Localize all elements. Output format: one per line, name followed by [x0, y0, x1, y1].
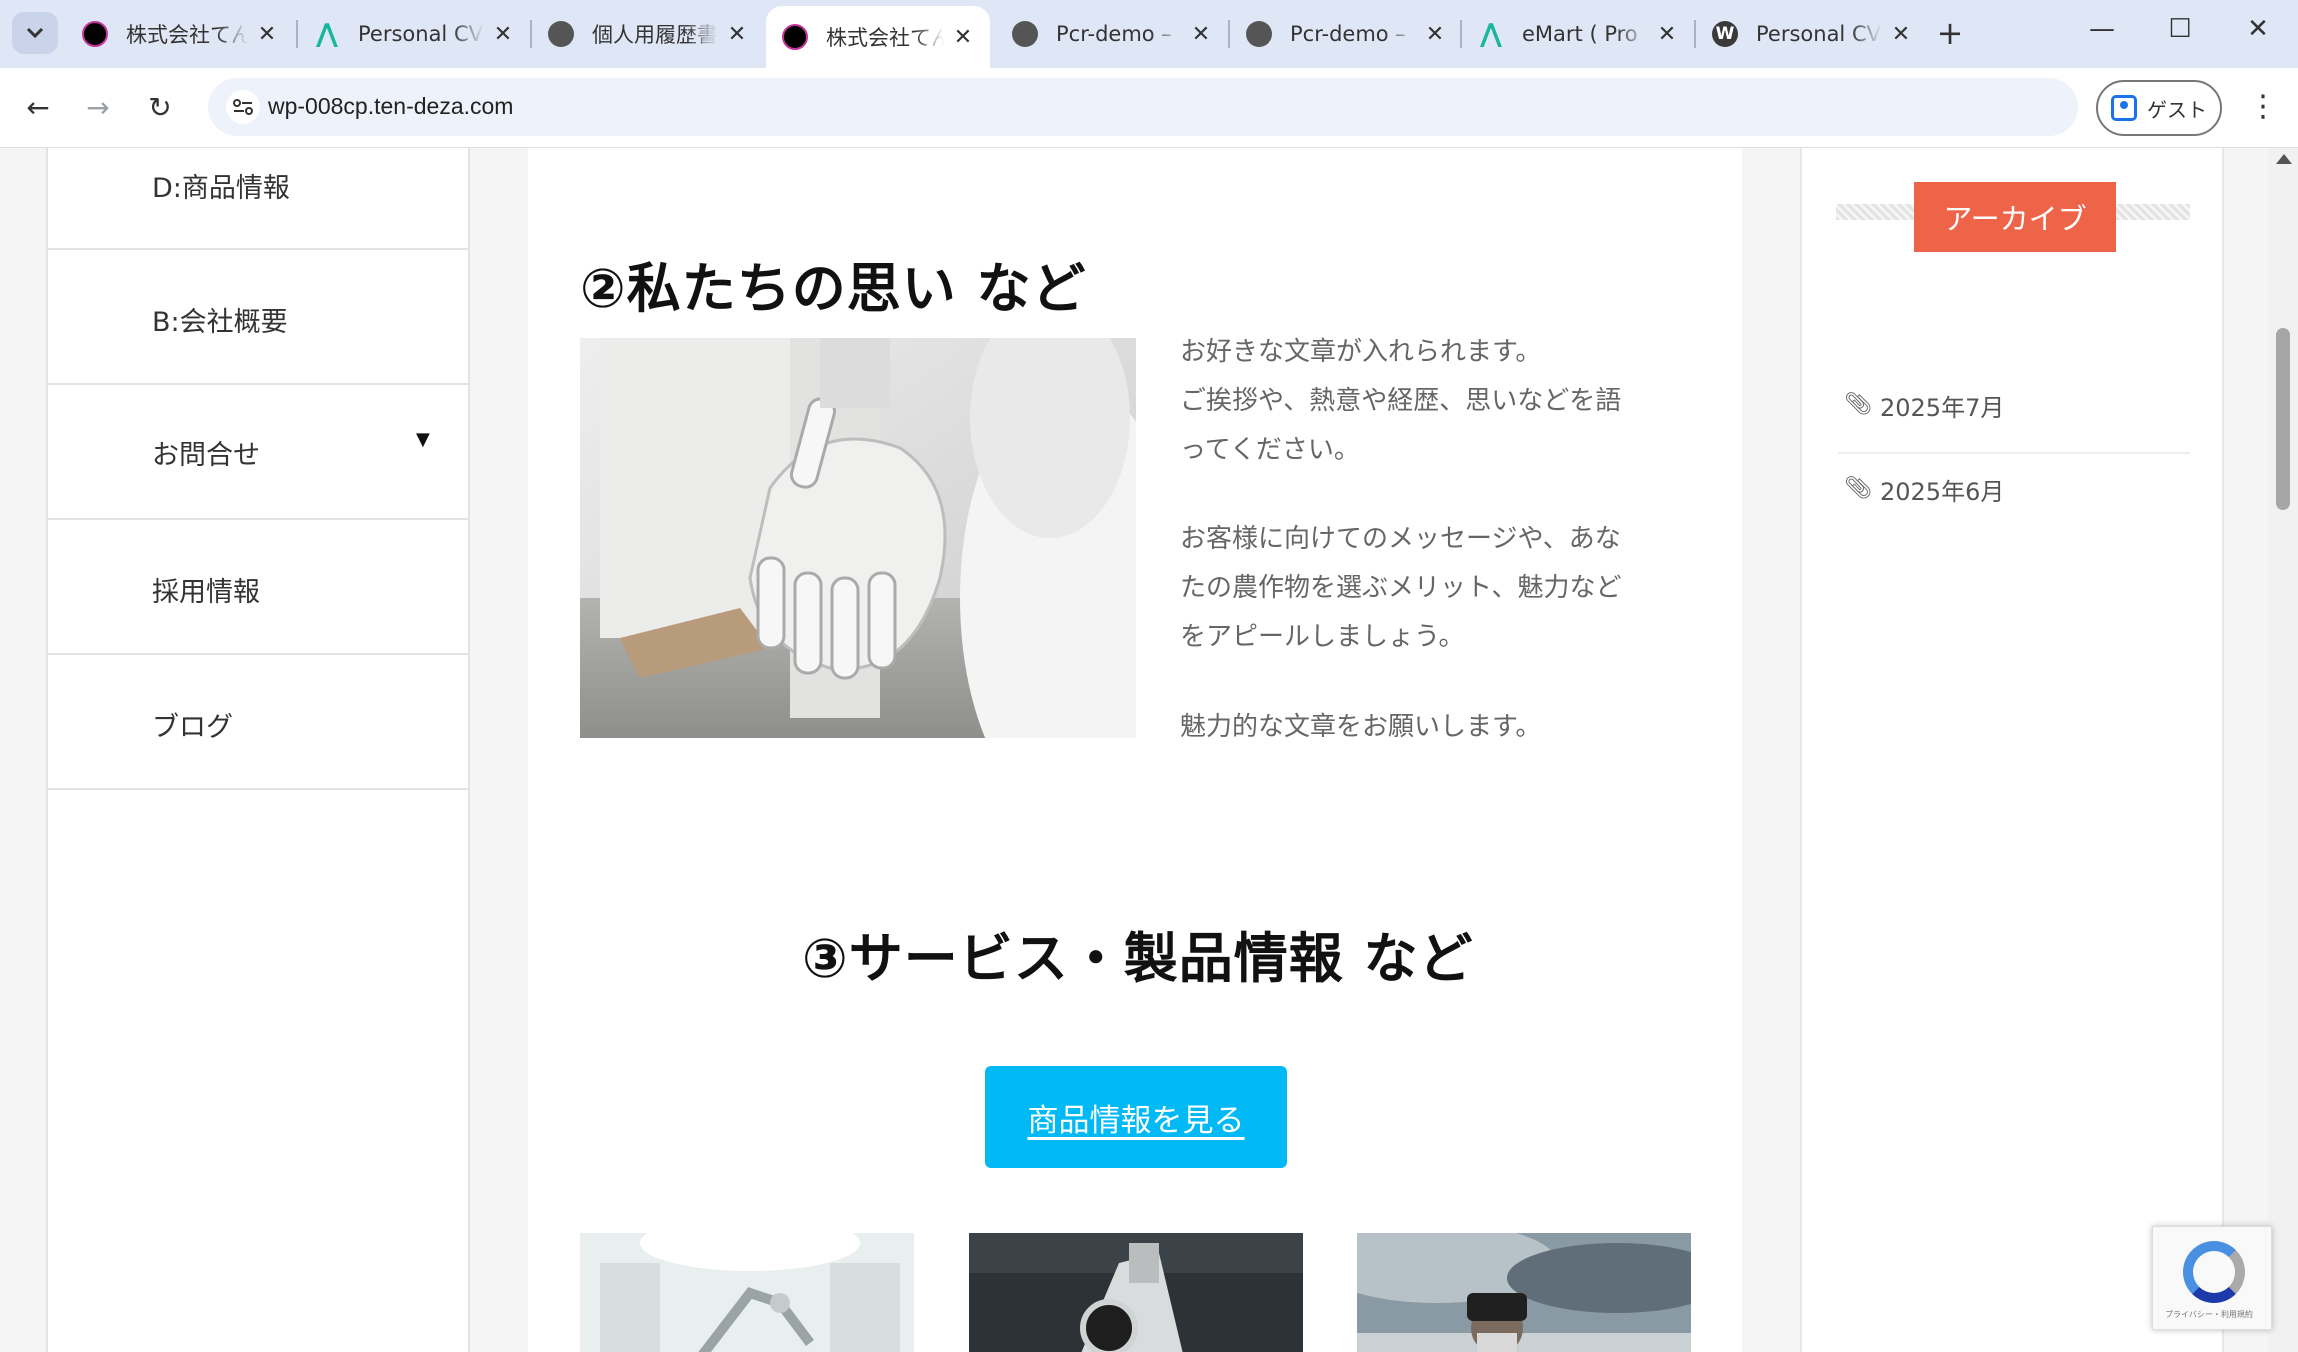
paperclip-icon: 📎︎ — [1844, 392, 1872, 417]
text-line: 魅力的な文章をお願いします。 — [1180, 712, 1542, 742]
product-image-robot-arm[interactable] — [969, 1233, 1303, 1352]
robot-hand-image — [580, 338, 1136, 738]
globe-icon — [1012, 21, 1038, 47]
minimize-icon[interactable]: — — [2082, 14, 2122, 44]
tab-search-button[interactable] — [12, 12, 58, 54]
astra-logo-icon: ⋀ — [1480, 19, 1502, 49]
profile-button[interactable]: ゲスト — [2096, 80, 2222, 136]
tab-4-active[interactable]: 株式会社てんデザ ✕ — [766, 6, 990, 68]
tab-8[interactable]: W Personal CV ✕ — [1696, 6, 1928, 62]
main-content: ②私たちの思い など お好きな文章が入れられます。 ご挨拶や、熱意や経歴、思いな… — [528, 148, 1742, 1352]
message-paragraph: お客様に向けてのメッセージや、あな たの農作物を選ぶメリット、魅力など をアピー… — [1180, 515, 1621, 662]
recaptcha-badge[interactable]: プライバシー・利用規約 — [2152, 1226, 2272, 1330]
archive-widget-header: アーカイブ — [1836, 182, 2190, 252]
tab-strip: 株式会社てんデザ ✕ ⋀ Personal CV ✕ 個人用履歴書 ✕ 株式会社… — [0, 0, 2298, 68]
close-window-icon[interactable]: ✕ — [2238, 14, 2278, 44]
globe-icon — [548, 21, 574, 47]
tab-title: Personal CV — [1756, 22, 1881, 46]
globe-icon — [1246, 21, 1272, 47]
text-line: をアピールしましょう。 — [1180, 622, 1465, 652]
intro-paragraph: お好きな文章が入れられます。 ご挨拶や、熱意や経歴、思いなどを語 ってください。 — [1180, 328, 1621, 475]
text-line: ってください。 — [1180, 435, 1360, 465]
nav-item-label: 採用情報 — [152, 577, 260, 608]
close-icon[interactable]: ✕ — [1656, 22, 1678, 47]
back-arrow-icon[interactable]: ← — [18, 88, 58, 128]
section-heading: ③サービス・製品情報 など — [802, 927, 1474, 990]
site-logo-icon — [82, 21, 108, 47]
more-menu-icon[interactable]: ⋮ — [2248, 88, 2278, 126]
view-products-button[interactable]: 商品情報を見る — [985, 1066, 1287, 1168]
text-line: お好きな文章が入れられます。 — [1180, 337, 1542, 367]
nav-item-recruit[interactable]: 採用情報 — [48, 520, 468, 655]
product-image-robot-lab[interactable] — [580, 1233, 914, 1352]
forward-arrow-icon[interactable]: → — [78, 88, 118, 128]
tab-6[interactable]: Pcr-demo – ✕ — [1230, 6, 1462, 62]
close-icon[interactable]: ✕ — [256, 22, 278, 47]
chevron-down-icon — [26, 27, 44, 39]
nav-item-contact[interactable]: お問合せ ▼ — [48, 385, 468, 520]
close-icon[interactable]: ✕ — [952, 25, 974, 50]
site-logo-icon — [782, 24, 808, 50]
archive-link-text: 2025年6月 — [1880, 478, 2005, 506]
archive-title: アーカイブ — [1914, 182, 2116, 252]
tab-title: Pcr-demo – — [1290, 22, 1406, 46]
nav-item-label: B:会社概要 — [152, 307, 288, 338]
tab-5[interactable]: Pcr-demo – ✕ — [996, 6, 1228, 62]
product-image-vr-headset[interactable] — [1357, 1233, 1691, 1352]
page-viewport: D:商品情報 B:会社概要 お問合せ ▼ 採用情報 ブログ ②私たちの思い など — [0, 148, 2298, 1352]
tab-7[interactable]: ⋀ eMart ( Pro ) ✕ — [1462, 6, 1694, 62]
toolbar: ← → ↻ wp-008cp.ten-deza.com ゲスト ⋮ — [0, 68, 2298, 148]
text-line: たの農作物を選ぶメリット、魅力など — [1180, 573, 1622, 603]
close-icon[interactable]: ✕ — [492, 22, 514, 47]
side-navigation: D:商品情報 B:会社概要 お問合せ ▼ 採用情報 ブログ — [46, 148, 470, 1352]
url-text: wp-008cp.ten-deza.com — [268, 93, 514, 119]
tab-3[interactable]: 個人用履歴書 ✕ — [532, 6, 764, 62]
nav-item-label: ブログ — [152, 712, 233, 743]
scrollbar-thumb[interactable] — [2276, 328, 2290, 510]
nav-item-company[interactable]: B:会社概要 — [48, 250, 468, 385]
closing-paragraph: 魅力的な文章をお願いします。 — [1180, 703, 1541, 752]
nav-item-products[interactable]: D:商品情報 — [48, 148, 468, 250]
tab-title: 株式会社てんデザ — [826, 26, 944, 50]
recaptcha-text: プライバシー・利用規約 — [2165, 1310, 2253, 1319]
tab-1[interactable]: 株式会社てんデザ ✕ — [66, 6, 294, 62]
astra-logo-icon: ⋀ — [316, 19, 338, 49]
profile-label: ゲスト — [2147, 97, 2207, 122]
archive-link-text: 2025年7月 — [1880, 394, 2005, 422]
nav-item-blog[interactable]: ブログ — [48, 655, 468, 790]
tab-title: Personal CV — [358, 22, 483, 46]
scroll-up-arrow-icon[interactable] — [2276, 154, 2292, 164]
dropdown-caret-icon[interactable]: ▼ — [416, 429, 430, 450]
archive-link[interactable]: 📎︎ 2025年6月 — [1838, 454, 2190, 538]
tab-title: Pcr-demo – — [1056, 22, 1172, 46]
tab-title: 株式会社てんデザ — [126, 23, 248, 47]
wordpress-logo-icon: W — [1712, 21, 1738, 47]
reload-icon[interactable]: ↻ — [140, 88, 180, 128]
recaptcha-logo-icon — [2183, 1241, 2245, 1303]
page-scrollbar[interactable] — [2268, 148, 2298, 1352]
maximize-icon[interactable]: ☐ — [2160, 14, 2200, 44]
text-line: お客様に向けてのメッセージや、あな — [1180, 524, 1621, 554]
section-heading: ②私たちの思い など — [580, 257, 1087, 320]
text-line: ご挨拶や、熱意や経歴、思いなどを語 — [1180, 386, 1622, 416]
profile-icon — [2111, 95, 2137, 121]
archive-link[interactable]: 📎︎ 2025年7月 — [1838, 370, 2190, 454]
new-tab-button[interactable]: + — [1930, 12, 1970, 54]
close-icon[interactable]: ✕ — [1190, 22, 1212, 47]
tab-title: 個人用履歴書 — [592, 23, 718, 47]
close-icon[interactable]: ✕ — [1424, 22, 1446, 47]
nav-item-label: D:商品情報 — [152, 173, 290, 204]
nav-item-label: お問合せ — [152, 440, 260, 471]
address-bar[interactable]: wp-008cp.ten-deza.com — [208, 78, 2078, 136]
sidebar: アーカイブ 📎︎ 2025年7月 📎︎ 2025年6月 — [1800, 148, 2224, 1352]
close-icon[interactable]: ✕ — [1890, 22, 1912, 47]
paperclip-icon: 📎︎ — [1844, 476, 1872, 501]
site-settings-icon[interactable] — [226, 90, 260, 124]
tab-title: eMart ( Pro ) — [1522, 22, 1648, 46]
tab-2[interactable]: ⋀ Personal CV ✕ — [298, 6, 530, 62]
close-icon[interactable]: ✕ — [726, 22, 748, 47]
